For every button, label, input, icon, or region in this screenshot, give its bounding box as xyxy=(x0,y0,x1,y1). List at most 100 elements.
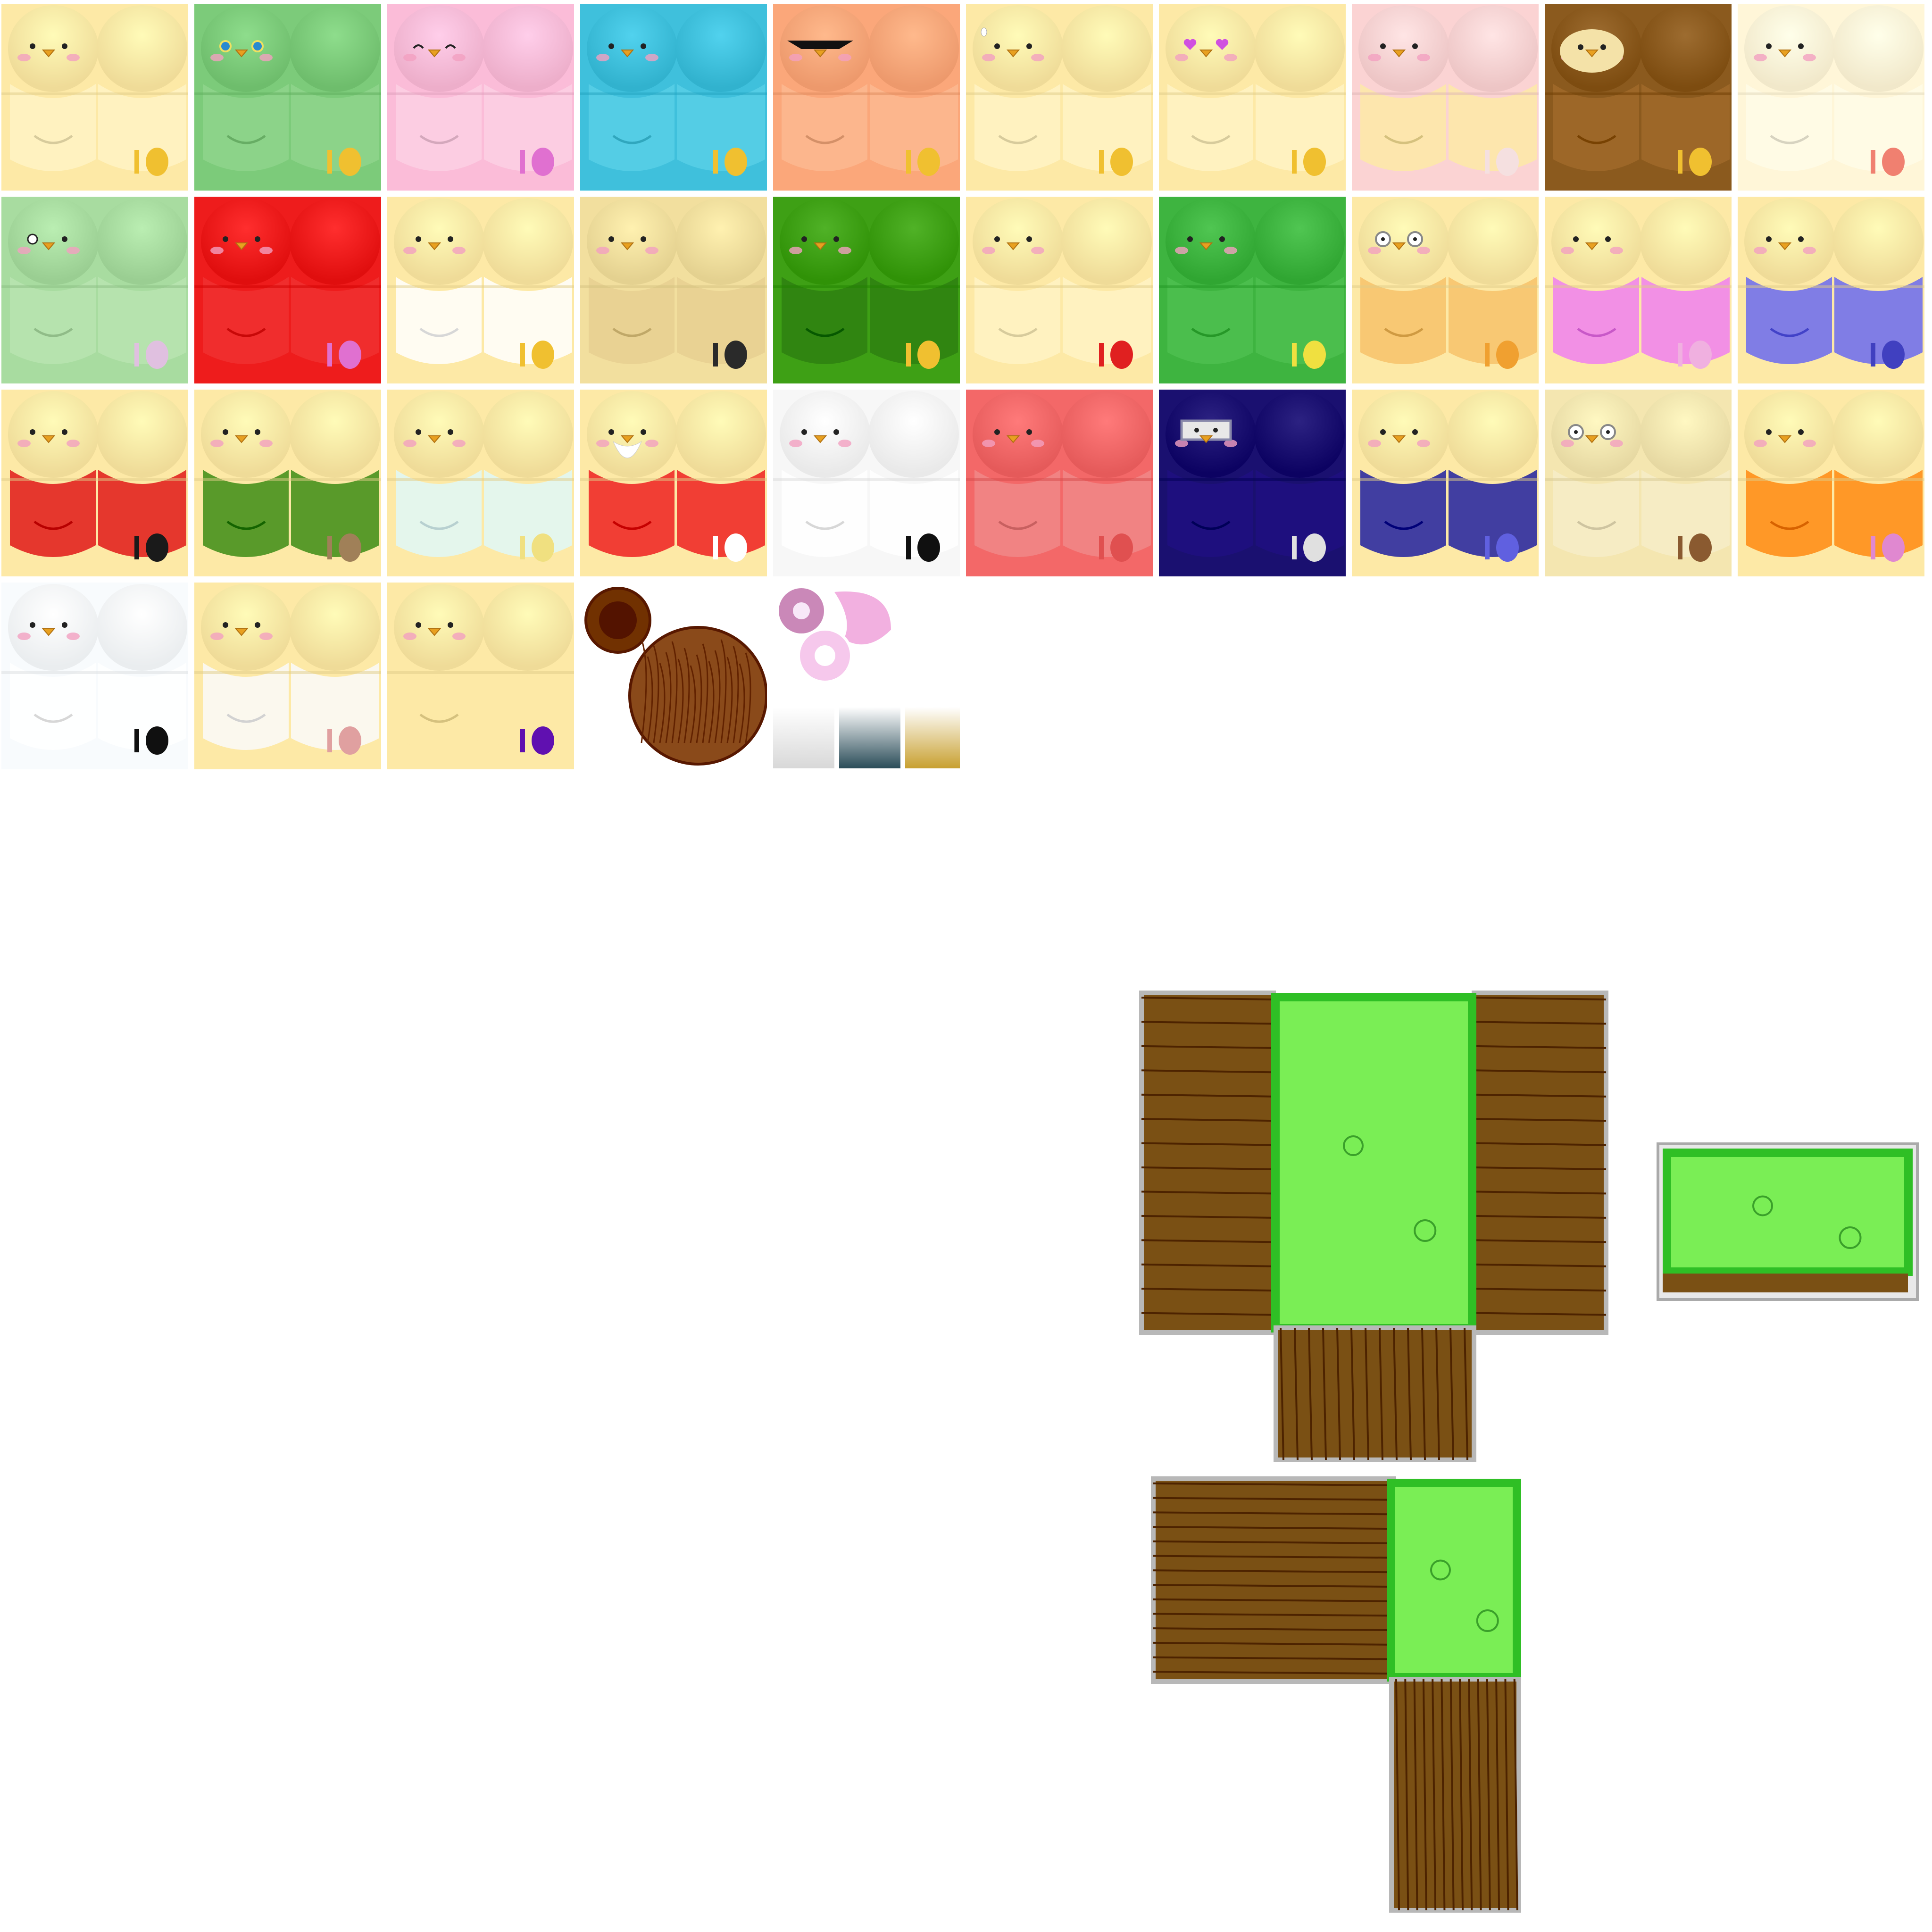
head-front xyxy=(1358,5,1449,92)
leg-strip xyxy=(1678,150,1682,174)
skin-tile-blue-overalls xyxy=(1352,390,1539,576)
head-back xyxy=(1640,198,1731,285)
skin-tile-camo xyxy=(194,390,381,576)
head-back xyxy=(675,391,766,478)
foot-patch xyxy=(146,148,168,176)
skin-texture-yellow-sweat xyxy=(966,4,1153,191)
head-front xyxy=(973,198,1063,285)
leg-strip xyxy=(906,343,911,366)
leg-strip xyxy=(134,729,139,752)
seam-line xyxy=(773,92,960,95)
skin-tile-yellow-teeth xyxy=(966,197,1153,383)
leg-strip xyxy=(1678,343,1682,366)
foot-patch xyxy=(1496,341,1519,369)
prop-tile-wooden-bowl xyxy=(580,583,767,769)
leg-strip xyxy=(1871,150,1875,174)
skin-tile-white-ghost xyxy=(1,583,188,769)
skin-tile-white-diaper xyxy=(387,197,574,383)
foot-patch xyxy=(532,341,554,369)
skin-tile-muscle xyxy=(580,197,767,383)
head-back xyxy=(675,198,766,285)
seam-line xyxy=(580,285,767,288)
head-front xyxy=(780,198,870,285)
head-front xyxy=(1744,198,1835,285)
head-front xyxy=(201,5,291,92)
foot-patch xyxy=(339,148,361,176)
skin-tile-ninja xyxy=(1159,390,1346,576)
head-back xyxy=(1254,198,1345,285)
skin-texture-dalmatian xyxy=(773,390,960,576)
head-back xyxy=(290,198,380,285)
seam-line xyxy=(194,478,381,481)
skin-texture-red xyxy=(194,197,381,383)
head-back xyxy=(483,198,573,285)
leg-strip xyxy=(327,343,332,366)
foot-patch xyxy=(339,533,361,562)
head-front xyxy=(1358,198,1449,285)
head-back xyxy=(1833,5,1924,92)
skin-tile-royal-guard xyxy=(1,390,188,576)
skin-tile-orange-bandana xyxy=(1738,390,1924,576)
grass-block-small xyxy=(1656,1141,1920,1302)
seam-line xyxy=(1545,285,1732,288)
skin-tile-grandpa xyxy=(1545,390,1732,576)
head-back xyxy=(1061,391,1152,478)
skin-tile-pink-yellow-face xyxy=(1352,4,1539,191)
leg-strip xyxy=(134,150,139,174)
seam-line xyxy=(1159,478,1346,481)
wood-bark-face xyxy=(1389,1677,1521,1913)
head-front xyxy=(1551,391,1642,478)
skin-tile-orange-sunglasses xyxy=(773,4,960,191)
skin-tile-blue-sailor xyxy=(1738,197,1924,383)
skin-texture-ninja xyxy=(1159,390,1346,576)
head-front xyxy=(587,5,677,92)
skin-texture-orange-bandana xyxy=(1738,390,1924,576)
skin-tile-brown-owl xyxy=(1545,4,1732,191)
gradient-swatch xyxy=(839,707,900,768)
seam-line xyxy=(1352,478,1539,481)
head-back xyxy=(483,391,573,478)
skin-texture-white-chicken xyxy=(1738,4,1924,191)
skin-tile-watermelon xyxy=(773,197,960,383)
head-back xyxy=(868,198,959,285)
skin-tile-pink-sailor xyxy=(1545,197,1732,383)
grass-block-tall xyxy=(1151,1476,1524,1915)
wooden-bowl-texture xyxy=(584,587,767,766)
seam-line xyxy=(1,285,188,288)
head-front xyxy=(8,584,99,671)
skin-tile-yellow-stripes xyxy=(1352,197,1539,383)
skin-texture-witch-hair xyxy=(387,583,574,769)
head-back xyxy=(1447,198,1538,285)
head-back xyxy=(97,198,187,285)
skin-tile-green-sparkle xyxy=(194,4,381,191)
leg-strip xyxy=(134,343,139,366)
seam-line xyxy=(194,671,381,674)
foot-patch xyxy=(1689,341,1712,369)
skin-texture-yellow-teeth xyxy=(966,197,1153,383)
leg-strip xyxy=(1099,536,1104,559)
skin-tile-yellow-heart-eyes xyxy=(1159,4,1346,191)
skin-tile-red xyxy=(194,197,381,383)
head-back xyxy=(1640,391,1731,478)
seam-line xyxy=(1,92,188,95)
seam-line xyxy=(1545,478,1732,481)
skin-texture-red-cap xyxy=(966,390,1153,576)
skin-texture-blue xyxy=(580,4,767,191)
leg-strip xyxy=(1678,536,1682,559)
head-front xyxy=(8,198,99,285)
grass-block-large xyxy=(1137,988,1611,1465)
foot-patch xyxy=(1496,148,1519,176)
head-back xyxy=(1254,5,1345,92)
head-front xyxy=(394,198,484,285)
leg-strip xyxy=(1292,343,1297,366)
foot-patch xyxy=(917,148,940,176)
foot-patch xyxy=(1689,148,1712,176)
foot-patch xyxy=(339,726,361,755)
head-front xyxy=(1166,198,1256,285)
skin-texture-zombie-green xyxy=(1,197,188,383)
foot-patch xyxy=(532,533,554,562)
seam-line xyxy=(1,671,188,674)
skin-tile-witch-hair xyxy=(387,583,574,769)
head-back xyxy=(290,391,380,478)
head-front xyxy=(1744,391,1835,478)
